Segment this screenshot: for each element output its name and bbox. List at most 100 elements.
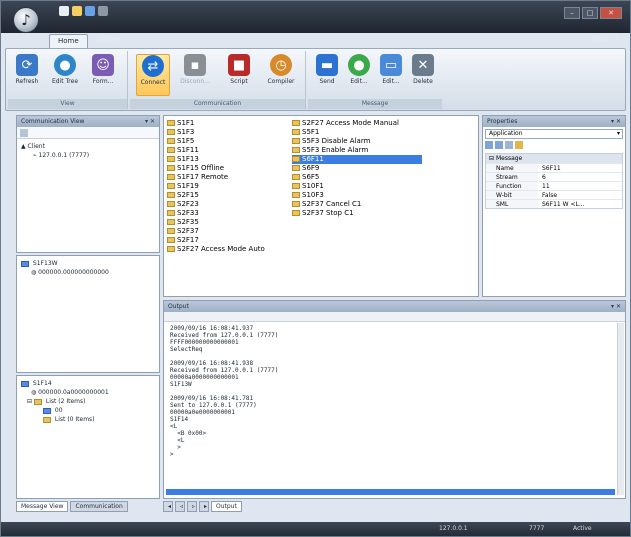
categorized-icon[interactable] [485,141,493,149]
edit-message-button[interactable]: ● Edit... [344,54,374,96]
property-row[interactable]: Name S6F11 [486,163,622,172]
disconnect-button[interactable]: ▪ Disconn... [178,54,212,96]
message-label: S2F27 Access Mode Auto [177,245,265,253]
message-label: S6F9 [302,164,320,172]
object-dropdown[interactable]: Application ▾ [485,129,623,139]
message-label: S2F27 Access Mode Manual [302,119,399,127]
property-value[interactable]: 6 [538,173,622,181]
delete-button[interactable]: ✕ Delete [408,54,438,96]
events-icon[interactable] [515,141,523,149]
message-list-item[interactable]: S2F35 [167,218,293,227]
minimize-button[interactable]: – [564,7,580,19]
qat-open-icon[interactable] [72,6,82,16]
message-list-item[interactable]: S1F5 [167,137,293,146]
ribbon-group-communication: ⇄ Connect ▪ Disconn... ■ Script ◷ Compil… [130,51,306,109]
send-icon: ▬ [316,54,338,76]
tab-others[interactable]: Others [90,34,130,48]
qat-dropdown-icon[interactable] [98,6,108,16]
connect-button[interactable]: ⇄ Connect [136,54,170,96]
tab-home[interactable]: Home [49,34,88,48]
message-list-item[interactable]: S6F11 [292,155,422,164]
message-list-item[interactable]: S2F27 Access Mode Manual [292,119,422,128]
message-list-item[interactable]: S10F3 [292,191,422,200]
message-list-item[interactable]: S2F27 Access Mode Auto [167,245,293,254]
message-icon [167,147,175,153]
property-row[interactable]: W-bit False [486,190,622,199]
message-list-item[interactable]: S1F19 [167,182,293,191]
tree-item-s1f13w[interactable]: S1F13W [21,259,155,268]
pane-title: Properties [487,118,518,125]
help-icon[interactable]: ? [614,35,618,43]
message-list-item[interactable]: S2F15 [167,191,293,200]
nav-last-icon[interactable]: ▸ [199,501,209,512]
refresh-button[interactable]: ⟳ Refresh [12,54,42,96]
message-list-item[interactable]: S2F23 [167,200,293,209]
message-label: S2F33 [177,209,199,217]
close-button[interactable]: ✕ [600,7,622,19]
message-list-item[interactable]: S1F13 [167,155,293,164]
nav-first-icon[interactable]: ◂ [163,501,173,512]
tree-item-header[interactable]: ◍ 000000.000000000000 [21,268,155,277]
message-list-item[interactable]: S1F3 [167,128,293,137]
tree-item-s1f14[interactable]: S1F14 [21,379,155,388]
search-icon[interactable] [20,129,28,137]
message-list-item[interactable]: S6F5 [292,173,422,182]
property-value[interactable]: 11 [538,182,622,190]
collapse-icon[interactable]: ⊟ [27,398,32,405]
vertical-scrollbar[interactable] [617,323,624,495]
message-list-item[interactable]: S2F37 [167,227,293,236]
alphabetical-icon[interactable] [495,141,503,149]
send-button[interactable]: ▬ Send [312,54,342,96]
style-menu[interactable]: Style [591,35,609,43]
message-list-item[interactable]: S1F11 [167,146,293,155]
tree-item-list[interactable]: ⊟ List (2 Items) [21,397,155,406]
property-pages-icon[interactable] [505,141,513,149]
nav-next-icon[interactable]: ▹ [187,501,197,512]
message-icon [292,192,300,198]
nav-prev-icon[interactable]: ◃ [175,501,185,512]
tab-output[interactable]: Output [211,501,242,512]
message-list-item[interactable]: S1F17 Remote [167,173,293,182]
property-value[interactable]: False [538,191,622,199]
message-list-item[interactable]: S1F15 Offline [167,164,293,173]
pane-close-icon[interactable]: ▾ ✕ [611,301,621,312]
edit-tree-button[interactable]: ● Edit Tree [50,54,80,96]
tree-item-connection[interactable]: ⌁ 127.0.0.1 (7777) [21,151,155,160]
message-list-item[interactable]: S10F1 [292,182,422,191]
property-value[interactable]: S6F11 W <L... [538,200,622,208]
property-row[interactable]: Stream 6 [486,172,622,181]
message-list-item[interactable]: S2F17 [167,236,293,245]
tab-communication[interactable]: Communication [70,501,128,512]
message-list-item[interactable]: S1F1 [167,119,293,128]
tree-item-client[interactable]: ▲ Client [21,142,155,151]
pane-close-icon[interactable]: ▾ ✕ [611,116,621,127]
tree-item-binary[interactable]: 00 [21,406,155,415]
tree-item-header[interactable]: ◍ 000000.0a0000000001 [21,388,155,397]
qat-save-icon[interactable] [85,6,95,16]
minus-icon[interactable]: ▲ [21,143,26,150]
message-list-item[interactable]: S2F37 Cancel C1 [292,200,422,209]
message-list-item[interactable]: S2F33 [167,209,293,218]
pane-close-icon[interactable]: ▾ ✕ [145,116,155,127]
maximize-button[interactable]: □ [582,7,598,19]
message-list-item[interactable]: S5F3 Disable Alarm [292,137,422,146]
form-button[interactable]: ☺ Form... [88,54,118,96]
application-menu-button[interactable]: ♪ [13,7,39,33]
script-button[interactable]: ■ Script [222,54,256,96]
property-row[interactable]: Function 11 [486,181,622,190]
property-section[interactable]: ⊟ Message [486,154,622,163]
qat-new-icon[interactable] [59,6,69,16]
message-label: S6F11 [302,155,324,163]
property-value[interactable]: S6F11 [538,164,622,172]
tree-item-sublist[interactable]: List (0 Items) [21,415,155,424]
message-icon [292,210,300,216]
compiler-button[interactable]: ◷ Compiler [264,54,298,96]
message-list-item[interactable]: S6F9 [292,164,422,173]
message-list-item[interactable]: S5F3 Enable Alarm [292,146,422,155]
message-list-item[interactable]: S5F1 [292,128,422,137]
tab-message-view[interactable]: Message View [16,501,69,512]
property-row[interactable]: SML S6F11 W <L... [486,199,622,208]
edit-message-2-button[interactable]: ▭ Edit... [376,54,406,96]
message-icon [292,201,300,207]
message-list-item[interactable]: S2F37 Stop C1 [292,209,422,218]
